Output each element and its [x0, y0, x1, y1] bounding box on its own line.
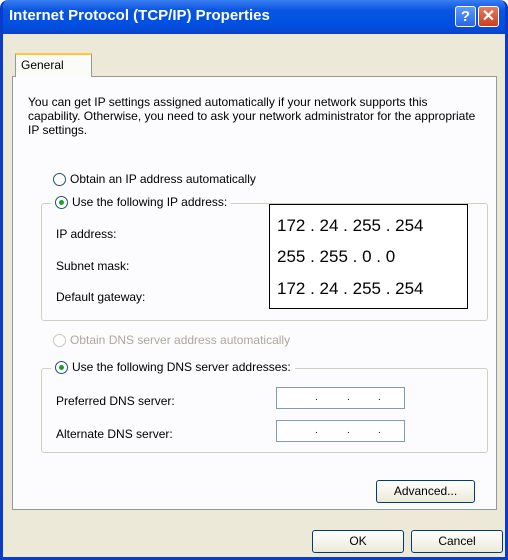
ip-dot: .	[347, 425, 350, 436]
ip-dot: .	[378, 425, 381, 436]
tab-general[interactable]: General	[15, 53, 92, 77]
ok-button[interactable]: OK	[312, 530, 404, 553]
obtain-ip-auto-label: Obtain an IP address automatically	[70, 172, 256, 186]
subnet-mask-label: Subnet mask:	[56, 259, 130, 273]
ip-dot: .	[315, 425, 318, 436]
help-button[interactable]: ?	[455, 6, 476, 27]
obtain-ip-auto-radio[interactable]: Obtain an IP address automatically	[53, 172, 256, 186]
ip-values-box[interactable]: 172 . 24 . 255 . 254 255 . 255 . 0 . 0 1…	[269, 204, 468, 309]
radio-selected-icon[interactable]	[55, 195, 68, 209]
ip-address-value: 172 . 24 . 255 . 254	[277, 216, 424, 235]
dialog-window: Internet Protocol (TCP/IP) Properties ? …	[0, 0, 508, 560]
ip-dot: .	[347, 392, 350, 403]
use-following-dns-label: Use the following DNS server addresses:	[72, 360, 291, 374]
use-following-dns-radio[interactable]: Use the following DNS server addresses:	[51, 360, 295, 374]
alternate-dns-label: Alternate DNS server:	[56, 427, 173, 441]
window-title: Internet Protocol (TCP/IP) Properties	[9, 7, 270, 24]
title-bar[interactable]: Internet Protocol (TCP/IP) Properties ? …	[3, 0, 505, 34]
ip-address-label: IP address:	[56, 227, 117, 241]
description-text: You can get IP settings assigned automat…	[28, 95, 476, 137]
use-following-ip-radio[interactable]: Use the following IP address:	[51, 195, 232, 209]
radio-icon[interactable]	[53, 172, 66, 186]
default-gateway-value: 172 . 24 . 255 . 254	[277, 279, 424, 298]
subnet-mask-value: 255 . 255 . 0 . 0	[277, 247, 396, 266]
cancel-button[interactable]: Cancel	[411, 530, 503, 553]
use-following-ip-label: Use the following IP address:	[72, 195, 228, 209]
close-button[interactable]: ✕	[478, 6, 499, 27]
obtain-dns-auto-label: Obtain DNS server address automatically	[70, 333, 291, 347]
advanced-button[interactable]: Advanced...	[376, 480, 475, 503]
alternate-dns-input[interactable]: . . .	[276, 420, 405, 442]
ip-dot: .	[315, 392, 318, 403]
radio-selected-icon[interactable]	[55, 360, 68, 374]
preferred-dns-label: Preferred DNS server:	[56, 394, 175, 408]
obtain-dns-auto-radio[interactable]: Obtain DNS server address automatically	[53, 333, 290, 347]
default-gateway-label: Default gateway:	[56, 290, 146, 304]
radio-disabled-icon[interactable]	[53, 333, 66, 347]
ip-dot: .	[378, 392, 381, 403]
preferred-dns-input[interactable]: . . .	[276, 387, 405, 409]
